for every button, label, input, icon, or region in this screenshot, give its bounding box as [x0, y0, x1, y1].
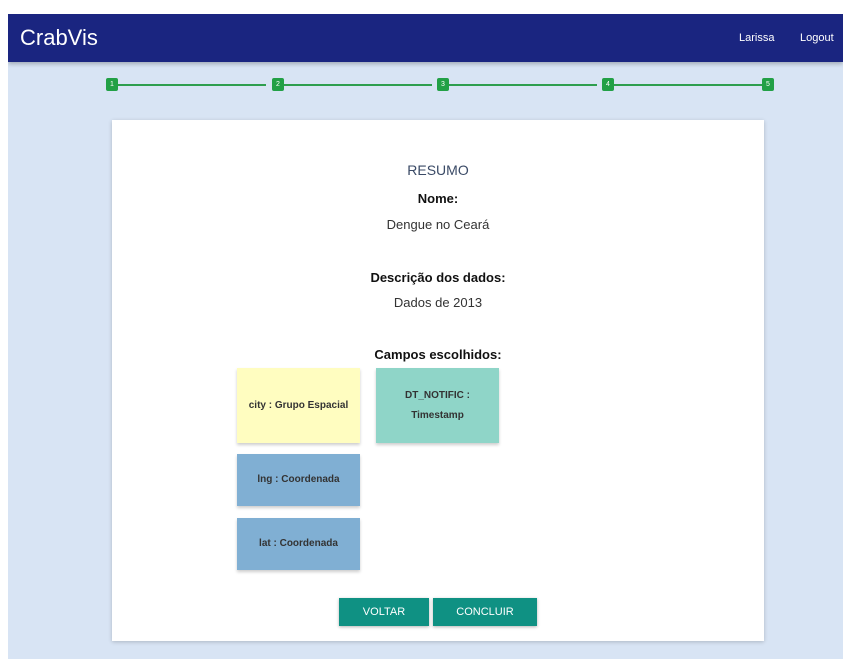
name-label: Nome:: [417, 191, 459, 206]
description-value: Dados de 2013: [393, 295, 483, 310]
field-card-lat[interactable]: lat : Coordenada: [237, 518, 360, 570]
back-button[interactable]: VOLTAR: [339, 598, 429, 626]
step-4[interactable]: 4: [602, 78, 614, 91]
finish-button[interactable]: CONCLUIR: [433, 598, 537, 626]
description-label: Descrição dos dados:: [370, 270, 506, 285]
summary-title: RESUMO: [407, 162, 469, 178]
step-connector: [614, 84, 762, 86]
field-card-lng[interactable]: lng : Coordenada: [237, 454, 360, 506]
wizard-stepper: 1 2 3 4 5: [8, 14, 843, 114]
fields-label: Campos escolhidos:: [374, 347, 502, 362]
field-card-city[interactable]: city : Grupo Espacial: [237, 368, 360, 443]
field-card-dt-notific[interactable]: DT_NOTIFIC : Timestamp: [376, 368, 499, 443]
app-frame: CrabVis Larissa Logout 1 2 3 4 5 RESUMO …: [8, 14, 843, 659]
step-3[interactable]: 3: [437, 78, 449, 91]
step-connector: [284, 84, 432, 86]
step-5[interactable]: 5: [762, 78, 774, 91]
step-connector: [449, 84, 597, 86]
summary-card: RESUMO Nome: Dengue no Ceará Descrição d…: [112, 120, 764, 641]
step-connector: [118, 84, 266, 86]
step-2[interactable]: 2: [272, 78, 284, 91]
step-1[interactable]: 1: [106, 78, 118, 91]
name-value: Dengue no Ceará: [386, 217, 490, 232]
